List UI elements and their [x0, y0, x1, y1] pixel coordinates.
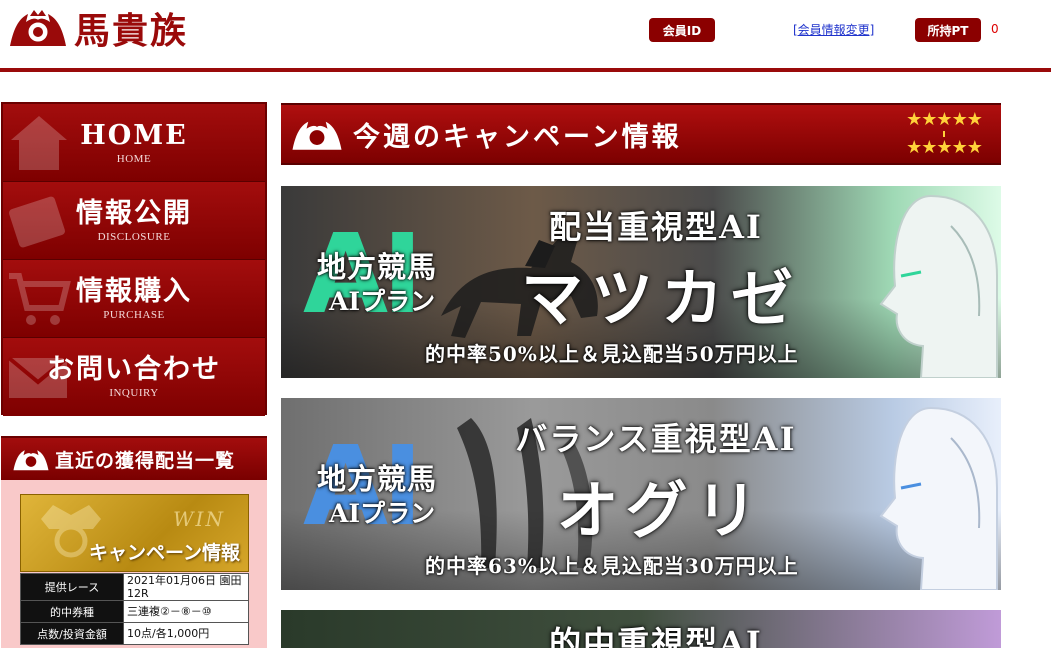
header: 馬貴族 会員ID [会員情報変更] 所持PT 0: [0, 0, 1051, 72]
banner-name: マツカゼ: [520, 262, 801, 335]
nav-item-purchase[interactable]: 情報購入 PURCHASE: [3, 260, 265, 338]
member-id-label: 会員ID: [649, 18, 715, 42]
payout-info-table: 提供レース 2021年01月06日 園田12R 的中券種 三連複②－⑧－⑩ 点数…: [20, 573, 249, 645]
ai-robot-face-icon: [879, 194, 998, 378]
row-value: 2021年01月06日 園田12R: [123, 573, 249, 601]
banner-subtitle: 的中重視型AI: [549, 624, 763, 648]
points-value: 0: [991, 22, 999, 36]
banner-condition: 的中率63%以上＆見込配当30万円以上: [425, 554, 799, 578]
nav-item-inquiry[interactable]: お問い合わせ INQUIRY: [3, 338, 265, 416]
member-info-change-link[interactable]: [会員情報変更]: [793, 21, 874, 38]
ai-plan-badge: AI 地方競馬 AIプラン: [295, 431, 465, 541]
campaign-banner-oguri[interactable]: AI 地方競馬 AIプラン バランス重視型AI オグリ 的中率63%以上＆見込配…: [281, 398, 1001, 590]
horse-crest-icon: [292, 121, 342, 150]
nav-item-home[interactable]: HOME HOME: [3, 104, 265, 182]
table-row: 点数/投資金額 10点/各1,000円: [20, 622, 249, 645]
plan-line2: AIプラン: [329, 499, 436, 528]
table-row: 的中券種 三連複②－⑧－⑩: [20, 600, 249, 623]
star-icon: ★★★★★: [906, 137, 983, 158]
site-logo[interactable]: 馬貴族: [6, 4, 188, 52]
horse-crest-icon: [10, 10, 66, 46]
logo-text: 馬貴族: [74, 10, 189, 52]
nav-sublabel: DISCLOSURE: [97, 230, 171, 243]
row-value: 三連複②－⑧－⑩: [123, 600, 249, 623]
banner-condition: 的中率50%以上＆見込配当50万円以上: [425, 342, 799, 366]
row-key: 的中券種: [20, 600, 124, 623]
nav-label: 情報公開: [76, 197, 192, 229]
banner-subtitle: バランス重視型AI: [515, 420, 797, 458]
plan-line2: AIプラン: [329, 287, 436, 316]
horse-crest-icon: [13, 450, 49, 471]
ai-robot-face-icon: [879, 406, 998, 590]
cart-icon: [9, 273, 71, 325]
main-nav: HOME HOME 情報公開 DISCLOSURE 情報購入 PURCHASE …: [1, 102, 267, 416]
campaign-info-banner[interactable]: WIN キャンペーン情報: [20, 494, 249, 572]
row-key: 提供レース: [20, 573, 124, 601]
row-value: 10点/各1,000円: [123, 622, 249, 645]
recent-payouts-heading: 直近の獲得配当一覧: [1, 436, 267, 480]
campaign-banner-third[interactable]: 的中重視型AI: [281, 610, 1001, 648]
plan-line1: 地方競馬: [317, 462, 438, 496]
star-icon: ★★★★★: [906, 109, 983, 130]
win-word: WIN: [173, 507, 225, 531]
points-label: 所持PT: [915, 18, 981, 42]
banner-name: オグリ: [556, 474, 766, 547]
recent-payouts-title: 直近の獲得配当一覧: [55, 449, 236, 472]
table-row: 提供レース 2021年01月06日 園田12R: [20, 573, 249, 601]
nav-sublabel: INQUIRY: [109, 387, 159, 399]
document-icon: [9, 196, 65, 248]
nav-item-disclosure[interactable]: 情報公開 DISCLOSURE: [3, 182, 265, 260]
campaign-section-heading: 今週のキャンペーン情報 ★★★★★ ★★★★★: [281, 103, 1001, 165]
campaign-banner-matsukaze[interactable]: AI 地方競馬 AIプラン 配当重視型AI マツカゼ 的中率50%以上＆見込配当…: [281, 186, 1001, 378]
row-key: 点数/投資金額: [20, 622, 124, 645]
star-rating-decoration: ★★★★★ ★★★★★: [895, 109, 993, 159]
ai-plan-badge: AI 地方競馬 AIプラン: [295, 219, 465, 329]
section-title: 今週のキャンペーン情報: [353, 121, 682, 153]
banner-subtitle: 配当重視型AI: [549, 208, 763, 246]
recent-payouts-panel: WIN キャンペーン情報 提供レース 2021年01月06日 園田12R 的中券…: [1, 480, 267, 648]
plan-line1: 地方競馬: [317, 250, 438, 284]
nav-label: 情報購入: [76, 275, 192, 307]
header-divider: [0, 68, 1051, 72]
nav-sublabel: PURCHASE: [103, 308, 165, 321]
nav-sublabel: HOME: [116, 152, 152, 165]
nav-label: お問い合わせ: [47, 354, 221, 385]
house-icon: [11, 116, 67, 170]
nav-label: HOME: [80, 119, 188, 151]
campaign-banner-title: キャンペーン情報: [88, 542, 240, 564]
